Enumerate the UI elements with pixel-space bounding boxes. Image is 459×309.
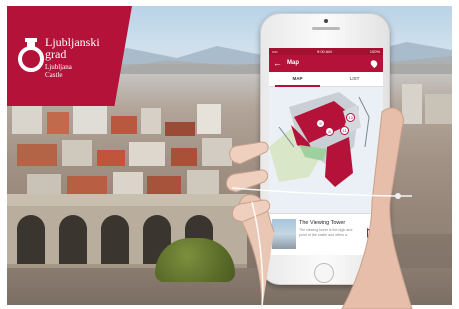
status-time: 9:00 AM — [317, 49, 332, 54]
arrow-left-icon[interactable]: ← — [273, 57, 282, 69]
brand-logo-panel: Ljubljanski grad Ljubljana Castle — [7, 6, 132, 106]
app-bar-title: Map — [287, 60, 299, 66]
castle-emblem-icon — [18, 38, 44, 72]
status-carrier: •••• — [272, 49, 278, 54]
hand — [226, 107, 413, 309]
brand-title: Ljubljanski grad — [45, 36, 125, 60]
status-bar: •••• 9:00 AM 100% — [269, 48, 383, 55]
location-pin-icon[interactable] — [369, 58, 379, 69]
tab-list[interactable]: LIST — [326, 76, 383, 81]
app-bar: ← Map — [269, 55, 383, 72]
brand-subtitle: Ljubljana Castle — [45, 63, 105, 79]
brand-title-line2: grad — [45, 47, 67, 61]
tab-map[interactable]: MAP — [269, 76, 326, 81]
brand-subtitle-line1: Ljubljana — [45, 63, 72, 71]
status-battery: 100% — [369, 49, 380, 54]
phone-camera — [324, 19, 328, 23]
brand-subtitle-line2: Castle — [45, 71, 63, 79]
tab-bar: MAP LIST — [269, 72, 383, 87]
phone-speaker — [312, 27, 340, 30]
